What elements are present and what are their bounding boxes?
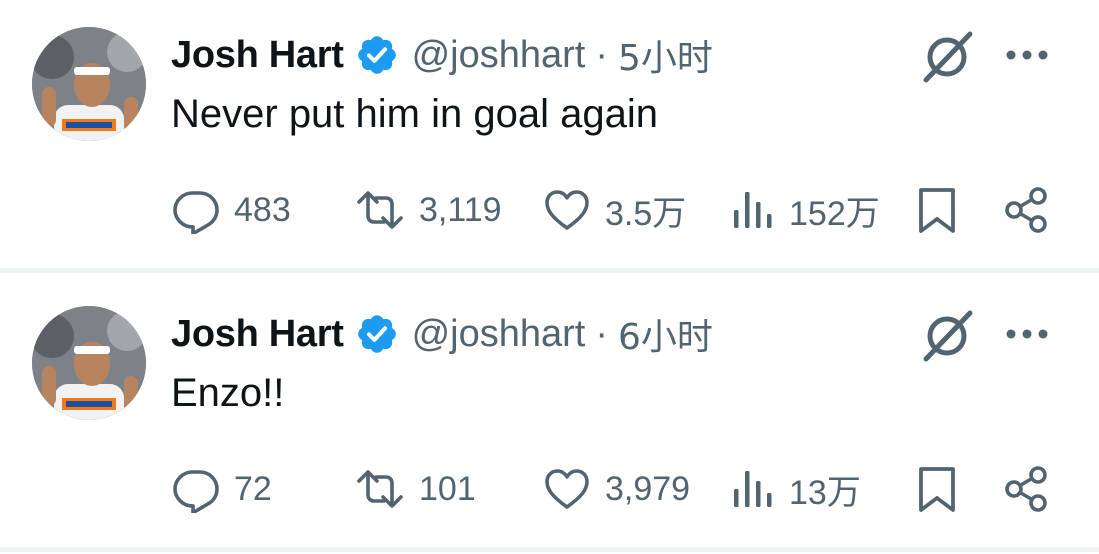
action-bar: 72 101 3,979 13万: [0, 461, 1099, 517]
reply-icon: [173, 470, 219, 513]
tweet-header: Josh Hart @joshhart · 5小时: [171, 30, 713, 80]
grok-icon[interactable]: [918, 309, 976, 363]
timestamp[interactable]: 6小时: [618, 308, 713, 360]
like-count: 3.5万: [605, 194, 687, 233]
bookmark-button[interactable]: [915, 461, 959, 517]
like-button[interactable]: 3,979: [543, 461, 690, 517]
like-button[interactable]: 3.5万: [543, 182, 686, 238]
grok-icon[interactable]: [918, 30, 976, 84]
retweet-icon: [357, 470, 403, 508]
views-count: 152万: [789, 194, 880, 233]
retweet-count: 3,119: [419, 190, 502, 229]
views-button[interactable]: 13万: [731, 461, 861, 517]
verified-badge-icon: [357, 36, 396, 74]
separator-dot: ·: [595, 33, 608, 76]
author-handle[interactable]: @joshhart: [412, 313, 586, 356]
views-icon: [734, 471, 772, 507]
heart-icon: [545, 190, 589, 230]
avatar[interactable]: [32, 306, 146, 420]
divider: [0, 547, 1099, 552]
views-icon: [734, 192, 772, 228]
separator-dot: ·: [595, 312, 608, 355]
reply-button[interactable]: 72: [172, 461, 272, 517]
share-button[interactable]: [1002, 461, 1050, 517]
tweet-text: Never put him in goal again: [171, 92, 658, 136]
bookmark-button[interactable]: [915, 182, 959, 238]
reply-count: 72: [234, 469, 272, 508]
share-icon: [1005, 466, 1047, 512]
author-name[interactable]: Josh Hart: [171, 34, 344, 77]
avatar-image: [32, 27, 146, 141]
more-icon[interactable]: [1002, 314, 1052, 354]
tweet-text: Enzo!!: [171, 371, 285, 415]
views-button[interactable]: 152万: [731, 182, 880, 238]
reply-icon: [173, 191, 219, 234]
avatar-image: [32, 306, 146, 420]
action-bar: 483 3,119 3.5万 152万: [0, 182, 1099, 238]
timeline: Josh Hart @joshhart · 5小时 Never put him …: [0, 0, 1099, 554]
retweet-count: 101: [419, 469, 476, 508]
like-count: 3,979: [605, 469, 691, 508]
tweet[interactable]: Josh Hart @joshhart · 5小时 Never put him …: [0, 0, 1099, 270]
divider: [0, 268, 1099, 273]
tweet[interactable]: Josh Hart @joshhart · 6小时 Enzo!! 72 101 …: [0, 279, 1099, 549]
bookmark-icon: [919, 467, 955, 512]
more-icon[interactable]: [1002, 35, 1052, 75]
share-button[interactable]: [1002, 182, 1050, 238]
tweet-header: Josh Hart @joshhart · 6小时: [171, 309, 713, 359]
reply-button[interactable]: 483: [172, 182, 291, 238]
share-icon: [1005, 187, 1047, 233]
heart-icon: [545, 469, 589, 509]
retweet-button[interactable]: 101: [355, 461, 476, 517]
verified-badge-icon: [357, 315, 396, 353]
reply-count: 483: [234, 190, 291, 229]
views-count: 13万: [789, 473, 861, 512]
author-name[interactable]: Josh Hart: [171, 313, 344, 356]
bookmark-icon: [919, 188, 955, 233]
retweet-button[interactable]: 3,119: [355, 182, 502, 238]
timestamp[interactable]: 5小时: [618, 29, 713, 81]
author-handle[interactable]: @joshhart: [412, 34, 586, 77]
retweet-icon: [357, 191, 403, 229]
avatar[interactable]: [32, 27, 146, 141]
